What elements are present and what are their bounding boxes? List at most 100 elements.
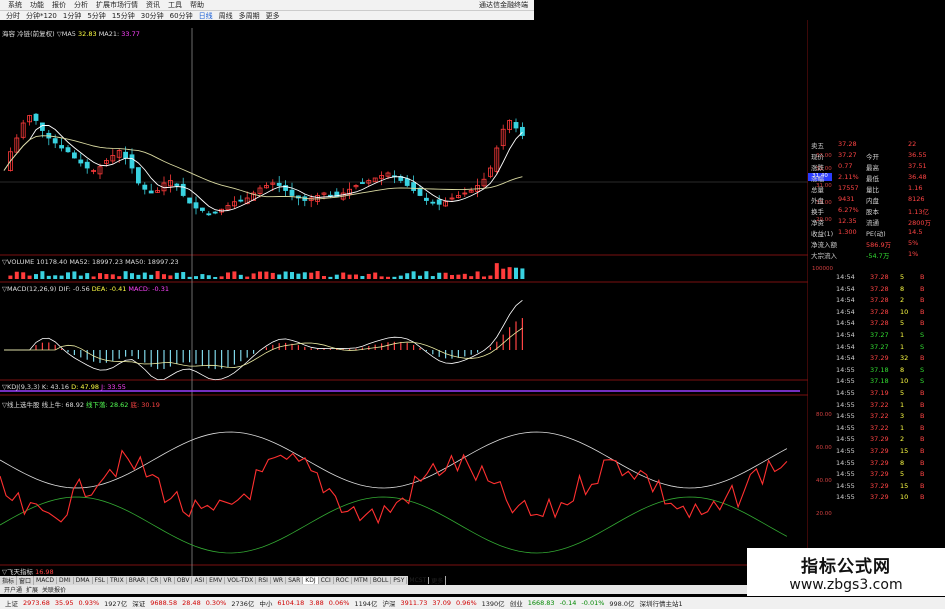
indicator-tab[interactable]: EMV: [207, 577, 226, 584]
indicator-tab[interactable]: 更多: [429, 576, 447, 585]
quote-cell: 今开: [866, 153, 879, 161]
indicator-tab[interactable]: 指标: [0, 576, 18, 585]
indicator-tab[interactable]: SAR: [286, 577, 304, 584]
tick-cell: 15: [900, 481, 909, 490]
indicator-tab[interactable]: WR: [271, 577, 287, 584]
quote-cell: 14.5: [908, 228, 923, 236]
indicator-tab[interactable]: FSL: [93, 577, 109, 584]
period-tab-1[interactable]: 分钟*120: [26, 11, 57, 21]
candle-body: [212, 211, 218, 214]
tick-cell: 14:55: [836, 423, 855, 432]
volume-bar: [72, 271, 77, 279]
indicator-tab[interactable]: VOL-TDX: [225, 577, 257, 584]
d-label: D:: [71, 383, 79, 391]
volume-bar: [232, 271, 237, 279]
indicator-tab[interactable]: BRAR: [127, 577, 149, 584]
menu-item-news[interactable]: 资讯: [146, 0, 160, 10]
tick-cell: B: [920, 481, 925, 490]
quote-cell: 收益(1): [811, 230, 834, 238]
custom-low-label: 底:: [130, 401, 140, 409]
volume-bar: [91, 276, 96, 279]
indicator-tab[interactable]: PSY: [391, 577, 408, 584]
quote-cell: 17557: [838, 184, 859, 192]
vol-ma5-label: MA52:: [69, 258, 90, 266]
volume-bar: [328, 276, 333, 279]
volume-bar: [405, 273, 410, 279]
indicator-tab[interactable]: VR: [161, 577, 175, 584]
volume-bar: [514, 267, 518, 279]
kline-chart[interactable]: [0, 20, 808, 576]
sub-tab-2[interactable]: 关联报价: [42, 585, 66, 594]
tick-cell: 37.28: [870, 307, 889, 316]
tick-cell: 37.18: [870, 377, 889, 386]
period-tab-3[interactable]: 5分钟: [87, 11, 105, 21]
period-tab-4[interactable]: 15分钟: [112, 11, 135, 21]
period-tab-2[interactable]: 1分钟: [63, 11, 81, 21]
volume-bar: [85, 273, 90, 279]
volume-bar: [149, 274, 154, 279]
period-tab-6[interactable]: 60分钟: [170, 11, 193, 21]
sub-tab-0[interactable]: 开户通: [4, 585, 22, 594]
volume-bar: [258, 271, 262, 279]
tick-cell: B: [920, 423, 925, 432]
indicator-tab[interactable]: DMA: [74, 577, 93, 584]
sub-tab-1[interactable]: 扩展: [26, 585, 38, 594]
period-tab-more[interactable]: 更多: [266, 11, 280, 21]
tick-row: 14:55 37.19 5 B: [808, 389, 945, 401]
app-title: 通达信金融终端: [479, 1, 528, 9]
indicator-tab[interactable]: MCST: [407, 577, 430, 584]
indicator-tab[interactable]: ROC: [334, 577, 352, 584]
quote-cell: 2.11%: [838, 173, 859, 181]
indicator-tab[interactable]: CCI: [319, 577, 334, 584]
menu-item-tools[interactable]: 工具: [168, 0, 182, 10]
k-value: 43.16: [50, 383, 70, 391]
volume-bar: [53, 275, 58, 279]
tick-cell: 37.27: [870, 342, 889, 351]
volume-bar: [443, 272, 448, 279]
tick-row: 14:55 37.29 15 B: [808, 447, 945, 459]
tick-cell: 10: [900, 377, 909, 386]
indicator-tab[interactable]: 窗口: [17, 576, 35, 585]
indicator-tab[interactable]: BOLL: [371, 577, 392, 584]
status-item: 37.09: [432, 599, 451, 607]
indicator-tab[interactable]: ASI: [192, 577, 208, 584]
volume-bar: [174, 272, 179, 279]
indicator-tab[interactable]: CR: [148, 577, 162, 584]
volume-bar: [142, 272, 147, 279]
indicator-tab[interactable]: TRIX: [108, 577, 127, 584]
period-tab-8[interactable]: 周线: [219, 11, 233, 21]
indicator-tab[interactable]: MACD: [34, 577, 58, 584]
period-tab-5[interactable]: 30分钟: [141, 11, 164, 21]
indicator-tab[interactable]: MTM: [352, 577, 371, 584]
candle-body: [187, 197, 193, 204]
quote-cell: 9431: [838, 195, 855, 203]
quote-cell: 36.48: [908, 173, 927, 181]
tick-cell: 37.28: [870, 273, 889, 281]
tick-cell: 14:55: [836, 458, 855, 467]
volume-bar: [398, 275, 403, 279]
quote-cell: 涨跌: [811, 164, 824, 172]
menu-item-quote[interactable]: 报价: [52, 0, 66, 10]
menu-item-function[interactable]: 功能: [30, 0, 44, 10]
period-tab-9[interactable]: 多周期: [239, 11, 260, 21]
menu-item-system[interactable]: 系统: [8, 0, 22, 10]
tick-row: 14:54 37.28 5 B: [808, 273, 945, 285]
candle-body: [193, 202, 199, 209]
indicator-tab[interactable]: KDJ: [303, 577, 319, 584]
menu-item-analysis[interactable]: 分析: [74, 0, 88, 10]
menu-item-help[interactable]: 帮助: [190, 0, 204, 10]
indicator-tab[interactable]: DMI: [57, 577, 74, 584]
indicator-tab[interactable]: RSI: [256, 577, 271, 584]
period-tab-daily[interactable]: 日线: [199, 11, 213, 21]
volume-bar: [251, 273, 256, 279]
tick-row: 14:54 37.28 5 B: [808, 319, 945, 331]
menu-item-extended[interactable]: 扩展市场行情: [96, 0, 138, 10]
indicator-tab[interactable]: OBV: [175, 577, 193, 584]
tick-cell: 37.22: [870, 412, 889, 421]
tick-cell: 37.29: [870, 493, 889, 502]
volume-bar: [219, 276, 224, 279]
period-tab-0[interactable]: 分时: [6, 11, 20, 21]
volume-bar: [309, 272, 314, 279]
volume-bar: [123, 271, 128, 279]
volume-bar: [373, 272, 378, 279]
